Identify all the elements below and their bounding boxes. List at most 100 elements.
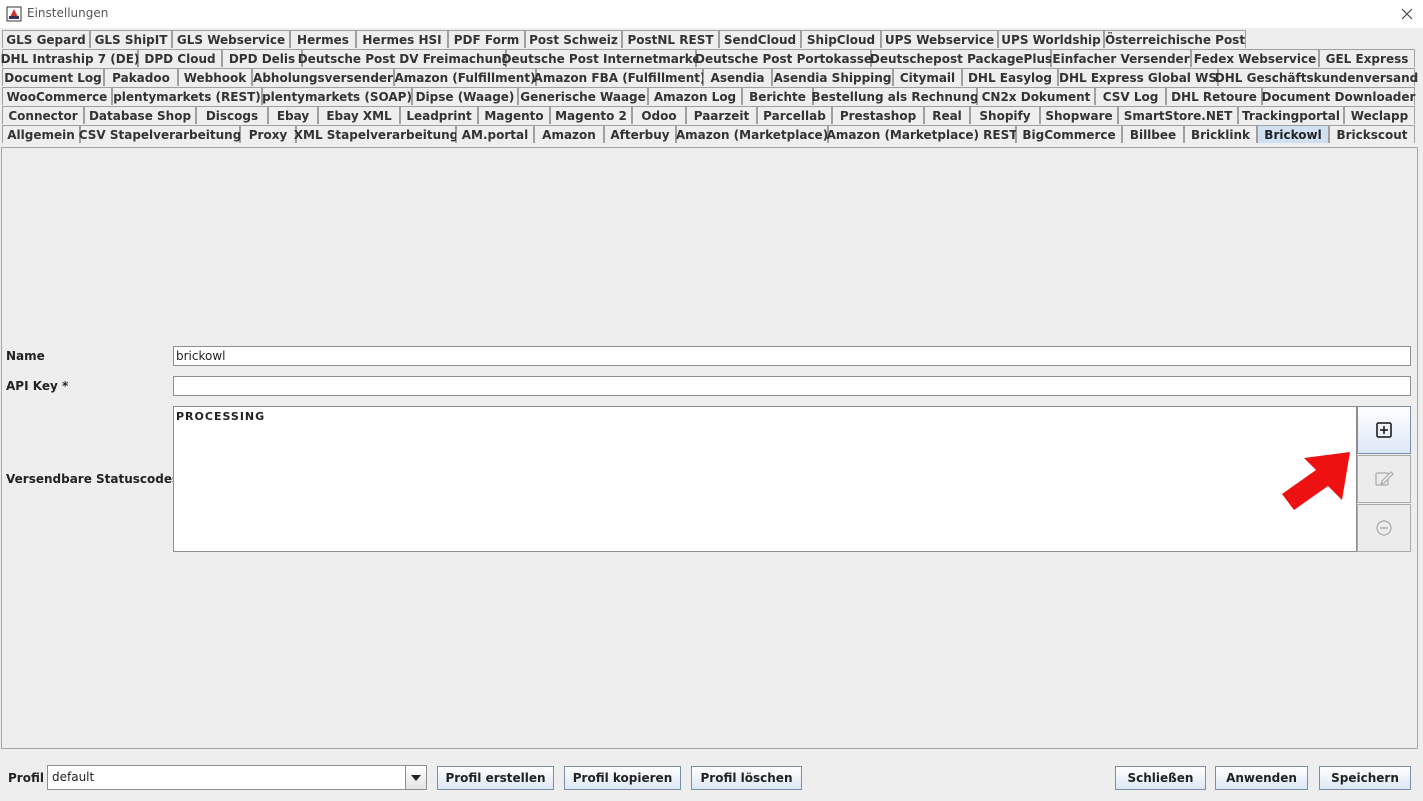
tab-dhl-retoure[interactable]: DHL Retoure: [1166, 87, 1262, 105]
tab-postnl-rest[interactable]: PostNL REST: [622, 30, 719, 48]
tab-afterbuy[interactable]: Afterbuy: [604, 125, 676, 143]
tab-deutsche-post-internetmarke[interactable]: Deutsche Post Internetmarke: [501, 49, 701, 67]
tab-deutsche-post-dv[interactable]: Deutsche Post DV Freimachung: [298, 49, 510, 67]
tab-gel-express[interactable]: GEL Express: [1319, 49, 1415, 67]
tab-csv-log[interactable]: CSV Log: [1095, 87, 1166, 105]
tab-trackingportal[interactable]: Trackingportal: [1238, 106, 1344, 124]
tab-amazon-fba[interactable]: Amazon FBA (Fulfillment): [534, 68, 705, 86]
list-item[interactable]: PROCESSING: [176, 410, 1354, 423]
tab-pakadoo[interactable]: Pakadoo: [104, 68, 178, 86]
remove-status-button[interactable]: [1357, 504, 1411, 552]
tab-brickowl[interactable]: Brickowl: [1257, 125, 1329, 143]
edit-status-button[interactable]: [1357, 455, 1411, 503]
tab-real[interactable]: Real: [924, 106, 970, 124]
app-icon: [6, 6, 22, 22]
tab-hermes[interactable]: Hermes: [290, 30, 356, 48]
status-codes-list[interactable]: PROCESSING: [173, 406, 1357, 552]
tab-amazon-fulfillment[interactable]: Amazon (Fulfillment): [394, 68, 536, 86]
tab-shopify[interactable]: Shopify: [970, 106, 1040, 124]
create-profile-button[interactable]: Profil erstellen: [437, 766, 554, 790]
tab-amazon-marketplace-rest[interactable]: Amazon (Marketplace) REST: [827, 125, 1017, 143]
tab-oesterreichische-post[interactable]: Österreichische Post: [1104, 30, 1246, 48]
add-status-button[interactable]: [1357, 406, 1411, 454]
tab-hermes-hsi[interactable]: Hermes HSI: [356, 30, 448, 48]
tab-proxy[interactable]: Proxy: [240, 125, 296, 143]
tab-ebay[interactable]: Ebay: [268, 106, 318, 124]
tab-database-shop[interactable]: Database Shop: [84, 106, 196, 124]
tab-weclapp[interactable]: Weclapp: [1344, 106, 1415, 124]
tab-dpd-delis[interactable]: DPD Delis: [222, 49, 302, 67]
tab-brickscout[interactable]: Brickscout: [1329, 125, 1415, 143]
api-key-field[interactable]: [173, 376, 1411, 396]
tab-document-downloader[interactable]: Document Downloader: [1262, 87, 1415, 105]
tab-pdf-form[interactable]: PDF Form: [448, 30, 525, 48]
tab-odoo[interactable]: Odoo: [632, 106, 686, 124]
tab-abholungsversender[interactable]: Abholungsversender: [252, 68, 394, 86]
tab-discogs[interactable]: Discogs: [196, 106, 268, 124]
tab-amazon-log[interactable]: Amazon Log: [648, 87, 742, 105]
apply-button[interactable]: Anwenden: [1215, 766, 1308, 790]
name-field[interactable]: [173, 346, 1411, 366]
edit-pencil-icon: [1375, 471, 1394, 486]
tab-bestellung-als-rechnung[interactable]: Bestellung als Rechnung: [811, 87, 979, 105]
tab-plentymarkets-soap[interactable]: plentymarkets (SOAP): [262, 87, 412, 105]
tab-billbee[interactable]: Billbee: [1122, 125, 1184, 143]
tab-post-schweiz[interactable]: Post Schweiz: [525, 30, 622, 48]
tab-dhl-express-global[interactable]: DHL Express Global WS: [1058, 68, 1218, 86]
tab-magento[interactable]: Magento: [478, 106, 550, 124]
save-button[interactable]: Speichern: [1319, 766, 1411, 790]
tab-connector[interactable]: Connector: [2, 106, 84, 124]
tab-generische-waage[interactable]: Generische Waage: [518, 87, 648, 105]
tab-dhl-intraship[interactable]: DHL Intraship 7 (DE): [1, 49, 139, 67]
tab-am-portal[interactable]: AM.portal: [456, 125, 534, 143]
tab-shopware[interactable]: Shopware: [1040, 106, 1118, 124]
tab-gls-webservice[interactable]: GLS Webservice: [172, 30, 290, 48]
close-button[interactable]: Schließen: [1115, 766, 1206, 790]
tab-prestashop[interactable]: Prestashop: [832, 106, 924, 124]
tab-asendia[interactable]: Asendia: [703, 68, 772, 86]
tab-paarzeit[interactable]: Paarzeit: [686, 106, 757, 124]
tab-woocommerce[interactable]: WooCommerce: [2, 87, 112, 105]
delete-profile-button[interactable]: Profil löschen: [691, 766, 802, 790]
tab-deutschepost-packageplus[interactable]: Deutschepost PackagePlus: [870, 49, 1052, 67]
profile-dropdown[interactable]: default: [47, 765, 427, 790]
tab-citymail[interactable]: Citymail: [893, 68, 962, 86]
copy-profile-button[interactable]: Profil kopieren: [564, 766, 681, 790]
tab-deutsche-post-portokasse[interactable]: Deutsche Post Portokasse: [695, 49, 872, 67]
tab-ebay-xml[interactable]: Ebay XML: [318, 106, 400, 124]
tab-sendcloud[interactable]: SendCloud: [719, 30, 801, 48]
tab-dhl-easylog[interactable]: DHL Easylog: [962, 68, 1058, 86]
tab-fedex-webservice[interactable]: Fedex Webservice: [1191, 49, 1319, 67]
tab-document-log[interactable]: Document Log: [2, 68, 104, 86]
tab-parcellab[interactable]: Parcellab: [757, 106, 832, 124]
tab-gls-gepard[interactable]: GLS Gepard: [2, 30, 90, 48]
tab-dipse-waage[interactable]: Dipse (Waage): [412, 87, 518, 105]
tab-shipcloud[interactable]: ShipCloud: [801, 30, 881, 48]
close-icon[interactable]: [1397, 4, 1417, 24]
tab-amazon-marketplace[interactable]: Amazon (Marketplace): [676, 125, 828, 143]
tab-dhl-geschaeftskundenversand[interactable]: DHL Geschäftskundenversand: [1215, 68, 1418, 86]
tab-webhook[interactable]: Webhook: [178, 68, 252, 86]
tab-cn2x-dokument[interactable]: CN2x Dokument: [977, 87, 1095, 105]
tab-asendia-shipping[interactable]: Asendia Shipping: [772, 68, 893, 86]
tab-allgemein[interactable]: Allgemein: [2, 125, 80, 143]
tab-smartstore[interactable]: SmartStore.NET: [1118, 106, 1238, 124]
tab-dpd-cloud[interactable]: DPD Cloud: [138, 49, 222, 67]
chevron-down-icon[interactable]: [405, 766, 426, 789]
tab-amazon[interactable]: Amazon: [534, 125, 604, 143]
tab-row: DHL Intraship 7 (DE) DPD Cloud DPD Delis…: [0, 49, 1423, 68]
tab-ups-worldship[interactable]: UPS Worldship: [998, 30, 1104, 48]
window-title: Einstellungen: [27, 6, 109, 20]
tab-magento-2[interactable]: Magento 2: [550, 106, 632, 124]
tab-bigcommerce[interactable]: BigCommerce: [1016, 125, 1122, 143]
tab-csv-stapelverarbeitung[interactable]: CSV Stapelverarbeitung: [79, 125, 241, 143]
tab-einfacher-versender[interactable]: Einfacher Versender: [1051, 49, 1191, 67]
tab-xml-stapelverarbeitung[interactable]: XML Stapelverarbeitung: [294, 125, 458, 143]
tab-plentymarkets-rest[interactable]: plentymarkets (REST): [112, 87, 262, 105]
tab-bricklink[interactable]: Bricklink: [1184, 125, 1257, 143]
tab-leadprint[interactable]: Leadprint: [400, 106, 478, 124]
tab-gls-shipit[interactable]: GLS ShipIT: [90, 30, 172, 48]
tab-berichte[interactable]: Berichte: [742, 87, 813, 105]
tab-row: Document Log Pakadoo Webhook Abholungsve…: [0, 68, 1423, 87]
tab-ups-webservice[interactable]: UPS Webservice: [881, 30, 998, 48]
